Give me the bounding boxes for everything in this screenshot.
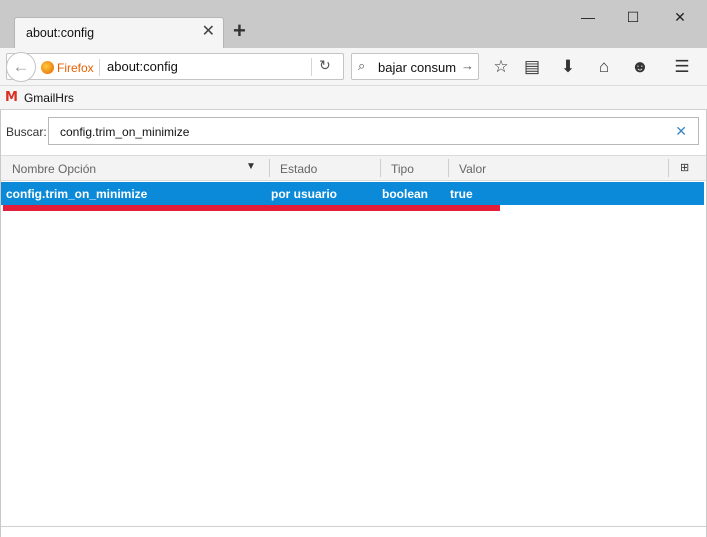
column-divider[interactable] (668, 159, 669, 177)
search-go-icon[interactable]: → (461, 58, 474, 73)
column-header: Nombre Opción ▼ Estado Tipo Valor ⊞ (1, 155, 706, 181)
pref-name: config.trim_on_minimize (6, 187, 148, 201)
filter-label: Buscar: (6, 125, 47, 139)
reload-icon[interactable]: ↻ (319, 57, 331, 74)
bookmarks-toolbar: M GmailHrs (0, 86, 707, 110)
url-bar[interactable]: ← Firefox about:config ↻ (6, 52, 344, 82)
column-value[interactable]: Valor (459, 162, 486, 176)
bookmark-label: GmailHrs (23, 90, 74, 105)
new-tab-icon[interactable]: + (233, 19, 246, 43)
identity-box[interactable]: Firefox (41, 59, 100, 76)
window-close-icon[interactable]: ✕ (666, 6, 694, 28)
search-bar[interactable]: ⌕ bajar consum → (351, 53, 479, 80)
clear-filter-icon[interactable]: ✕ (675, 123, 687, 140)
bookmark-gmailhrs[interactable]: M GmailHrs (5, 90, 74, 105)
column-status[interactable]: Estado (280, 162, 317, 176)
column-divider[interactable] (269, 159, 270, 177)
title-bar: about:config ✕ + — ☐ ✕ (0, 0, 707, 48)
maximize-icon[interactable]: ☐ (619, 6, 647, 28)
search-icon: ⌕ (358, 58, 366, 73)
column-type[interactable]: Tipo (391, 162, 414, 176)
tab-about-config[interactable]: about:config ✕ (14, 17, 224, 48)
url-separator (311, 58, 312, 76)
url-input[interactable]: about:config (107, 59, 178, 74)
bookmark-star-icon[interactable]: ☆ (489, 56, 513, 78)
filter-value: config.trim_on_minimize (60, 125, 190, 139)
hello-icon[interactable]: ☻ (628, 56, 652, 78)
table-row[interactable]: config.trim_on_minimize por usuario bool… (1, 182, 704, 205)
column-divider[interactable] (448, 159, 449, 177)
filter-input[interactable]: config.trim_on_minimize ✕ (48, 117, 699, 145)
reading-list-icon[interactable]: ▤ (520, 56, 544, 78)
home-icon[interactable]: ⌂ (592, 56, 616, 78)
config-page: Buscar: config.trim_on_minimize ✕ Nombre… (0, 110, 707, 537)
column-name[interactable]: Nombre Opción (12, 162, 96, 176)
pref-value: true (450, 187, 473, 201)
bottom-border (1, 526, 706, 527)
pref-status: por usuario (271, 187, 338, 201)
hamburger-menu-icon[interactable]: ☰ (670, 56, 694, 78)
close-icon[interactable]: ✕ (202, 23, 215, 41)
column-divider[interactable] (380, 159, 381, 177)
minimize-icon[interactable]: — (574, 6, 602, 28)
tab-title: about:config (26, 26, 95, 40)
annotation-underline (3, 205, 500, 211)
identity-label: Firefox (57, 60, 94, 75)
gmail-icon: M (5, 90, 18, 105)
sort-down-icon[interactable]: ▼ (246, 161, 256, 172)
back-arrow-icon[interactable]: ← (6, 52, 36, 82)
column-picker-icon[interactable]: ⊞ (680, 161, 689, 174)
search-input[interactable]: bajar consum (378, 60, 456, 75)
pref-type: boolean (382, 187, 429, 201)
firefox-logo-icon (41, 61, 54, 74)
download-icon[interactable]: ⬇ (556, 56, 580, 78)
